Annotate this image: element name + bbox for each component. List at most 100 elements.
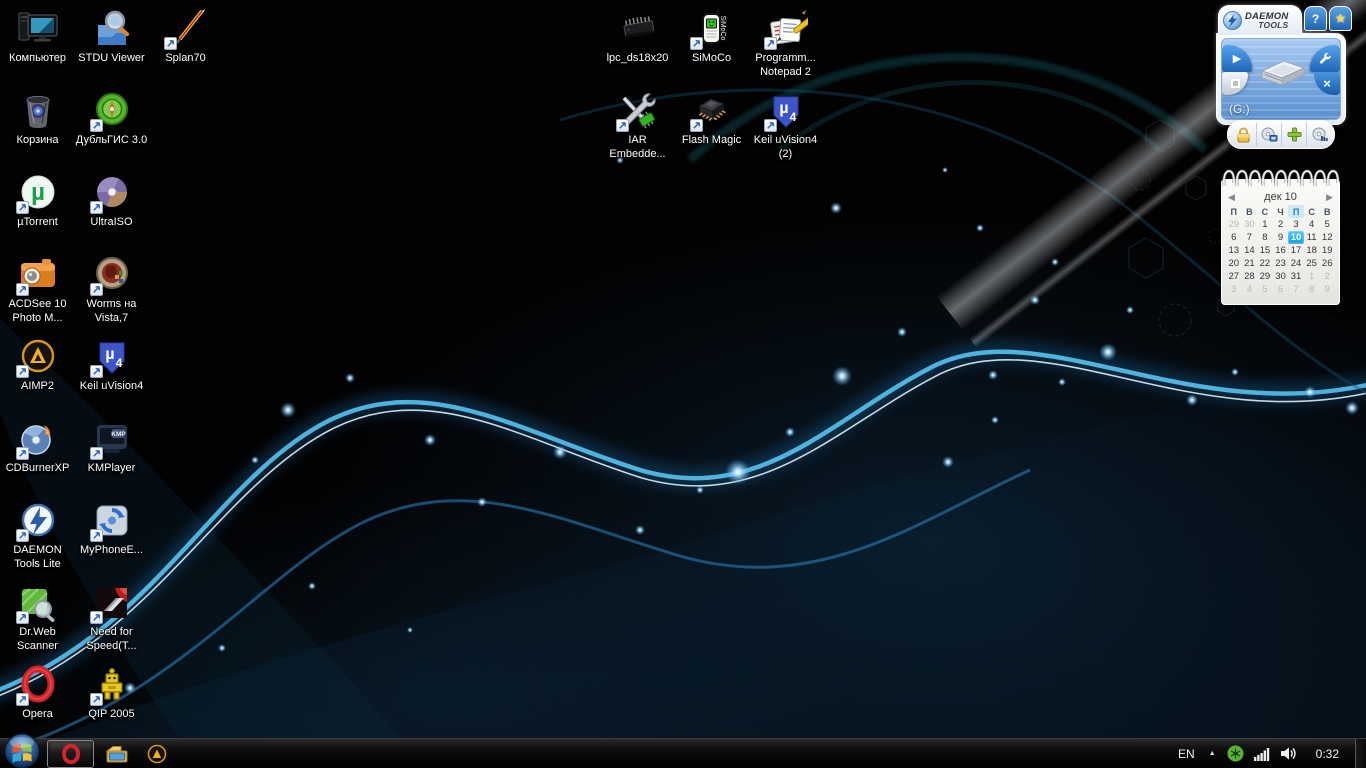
- desktop-icon-daemon-tools-lite[interactable]: DAEMON Tools Lite: [0, 500, 75, 572]
- desktop-icon-acdsee[interactable]: ACDSee 10 Photo M...: [0, 254, 75, 326]
- desktop-icon-worms[interactable]: Worms на Vista,7: [74, 254, 149, 326]
- taskbar-clock[interactable]: 0:32: [1302, 747, 1355, 761]
- device-panel-button[interactable]: [1306, 123, 1331, 146]
- desktop-icon-keil-uvision4[interactable]: µ 4 Keil uVision4: [74, 336, 149, 394]
- drive-settings-button[interactable]: [1310, 45, 1340, 72]
- calendar-day[interactable]: 29: [1226, 218, 1242, 231]
- calendar-day[interactable]: 5: [1257, 283, 1273, 296]
- image-catalog-button[interactable]: [1231, 123, 1256, 146]
- calendar-day[interactable]: 4: [1242, 283, 1258, 296]
- calendar-day[interactable]: 12: [1319, 231, 1335, 244]
- taskbar-aimp-button[interactable]: [140, 740, 174, 768]
- daemon-help-button[interactable]: ?: [1304, 6, 1327, 31]
- desktop-icon-computer[interactable]: Компьютер: [0, 8, 75, 66]
- calendar-day[interactable]: 31: [1288, 270, 1304, 283]
- calendar-day[interactable]: 19: [1319, 244, 1335, 257]
- drive-remove-button[interactable]: ×: [1314, 72, 1340, 95]
- drweb-tray-icon[interactable]: [1222, 739, 1249, 768]
- desktop-icon-utorrent[interactable]: µ µTorrent: [0, 172, 75, 230]
- calendar-day[interactable]: 18: [1304, 244, 1320, 257]
- calendar-day[interactable]: 2: [1273, 218, 1289, 231]
- desktop-icon-ultraiso[interactable]: UltraISO: [74, 172, 149, 230]
- programmers-notepad-icon: [763, 8, 809, 50]
- mount-image-button[interactable]: [1256, 123, 1281, 146]
- calendar-day[interactable]: 1: [1304, 270, 1320, 283]
- icon-label: AIMP2: [21, 380, 54, 394]
- desktop-icon-qip2005[interactable]: QIP 2005: [74, 664, 149, 722]
- calendar-month-label[interactable]: дек 10: [1264, 191, 1297, 203]
- calendar-day[interactable]: 3: [1226, 283, 1242, 296]
- calendar-day[interactable]: 1: [1257, 218, 1273, 231]
- calendar-day[interactable]: 30: [1273, 270, 1289, 283]
- calendar-day[interactable]: 27: [1226, 270, 1242, 283]
- calendar-day[interactable]: 21: [1242, 257, 1258, 270]
- calendar-day[interactable]: 24: [1288, 257, 1304, 270]
- taskbar-opera-button[interactable]: [47, 740, 94, 768]
- desktop-icon-recycle-bin[interactable]: Корзина: [0, 90, 75, 148]
- desktop-icon-cdburnerxp[interactable]: CDBurnerXP: [0, 418, 75, 476]
- volume-icon[interactable]: [1275, 739, 1302, 768]
- taskbar-explorer-button[interactable]: [100, 740, 134, 768]
- daemon-tools-tab[interactable]: DAEMONTOOLS: [1218, 5, 1302, 35]
- desktop-icon-splan70[interactable]: Splan70: [148, 8, 223, 66]
- desktop-icon-stdu-viewer[interactable]: STDU Viewer: [74, 8, 149, 66]
- calendar-day[interactable]: 8: [1304, 283, 1320, 296]
- calendar-day[interactable]: 14: [1242, 244, 1258, 257]
- mount-play-button[interactable]: ▶: [1222, 45, 1252, 72]
- calendar-day[interactable]: 6: [1273, 283, 1289, 296]
- desktop-icon-opera[interactable]: Opera: [0, 664, 75, 722]
- calendar-day[interactable]: 2: [1319, 270, 1335, 283]
- calendar-day[interactable]: 20: [1226, 257, 1242, 270]
- network-icon[interactable]: [1249, 739, 1275, 768]
- start-button[interactable]: [3, 733, 43, 768]
- calendar-day[interactable]: 26: [1319, 257, 1335, 270]
- desktop-icon-keil-uvision4-2[interactable]: µ 4 Keil uVision4 (2): [748, 90, 823, 162]
- calendar-next-icon[interactable]: ▶: [1326, 193, 1333, 202]
- calendar-day[interactable]: 11: [1304, 231, 1320, 244]
- calendar-day[interactable]: 25: [1304, 257, 1320, 270]
- need-for-speed-icon: [89, 582, 135, 624]
- shortcut-arrow-icon: [16, 201, 29, 214]
- calendar-day[interactable]: 4: [1304, 218, 1320, 231]
- shortcut-arrow-icon: [690, 37, 703, 50]
- calendar-day[interactable]: 9: [1319, 283, 1335, 296]
- calendar-day[interactable]: 3: [1288, 218, 1304, 231]
- hidden-icons-arrow[interactable]: ▲: [1203, 750, 1222, 757]
- daemon-settings-button[interactable]: ★: [1329, 6, 1352, 31]
- shortcut-arrow-icon: [90, 201, 103, 214]
- language-indicator[interactable]: EN: [1170, 747, 1203, 761]
- desktop-icon-nfs[interactable]: Need for Speed(T...: [74, 582, 149, 654]
- calendar-day[interactable]: 30: [1242, 218, 1258, 231]
- calendar-day[interactable]: 22: [1257, 257, 1273, 270]
- unmount-stop-button[interactable]: [1222, 72, 1248, 95]
- calendar-day[interactable]: 7: [1242, 231, 1258, 244]
- calendar-day[interactable]: 10: [1288, 231, 1304, 244]
- calendar-day[interactable]: 17: [1288, 244, 1304, 257]
- calendar-day[interactable]: 6: [1226, 231, 1242, 244]
- desktop-icon-programmers-notepad2[interactable]: Programm... Notepad 2: [748, 8, 823, 80]
- calendar-day[interactable]: 9: [1273, 231, 1289, 244]
- calendar-day[interactable]: 16: [1273, 244, 1289, 257]
- desktop-icon-kmplayer[interactable]: KMP KMPlayer: [74, 418, 149, 476]
- desktop-icon-drweb-scanner[interactable]: Dr.Web Scanner: [0, 582, 75, 654]
- show-desktop-button[interactable]: [1355, 739, 1366, 768]
- calendar-day[interactable]: 5: [1319, 218, 1335, 231]
- calendar-prev-icon[interactable]: ◀: [1228, 193, 1235, 202]
- desktop-icon-iar-embedded[interactable]: IAR Embedde...: [600, 90, 675, 162]
- desktop-icon-aimp2[interactable]: AIMP2: [0, 336, 75, 394]
- calendar-day[interactable]: 8: [1257, 231, 1273, 244]
- desktop-icon-flash-magic[interactable]: Flash Magic: [674, 90, 749, 148]
- desktop-icon-simoco[interactable]: SiMoCo SiMoCo: [674, 8, 749, 66]
- calendar-day[interactable]: 23: [1273, 257, 1289, 270]
- desktop-icon-2gis[interactable]: ДубльГИС 3.0: [74, 90, 149, 148]
- icon-label: QIP 2005: [88, 708, 134, 722]
- desktop-icon-lpc-ds18x20[interactable]: lpc_ds18x20: [600, 8, 675, 66]
- folder-icon: [105, 744, 129, 764]
- calendar-day[interactable]: 13: [1226, 244, 1242, 257]
- calendar-day[interactable]: 29: [1257, 270, 1273, 283]
- calendar-day[interactable]: 7: [1288, 283, 1304, 296]
- calendar-day[interactable]: 28: [1242, 270, 1258, 283]
- desktop-icon-myphoneexplorer[interactable]: MyPhoneE...: [74, 500, 149, 558]
- add-image-button[interactable]: [1281, 123, 1306, 146]
- calendar-day[interactable]: 15: [1257, 244, 1273, 257]
